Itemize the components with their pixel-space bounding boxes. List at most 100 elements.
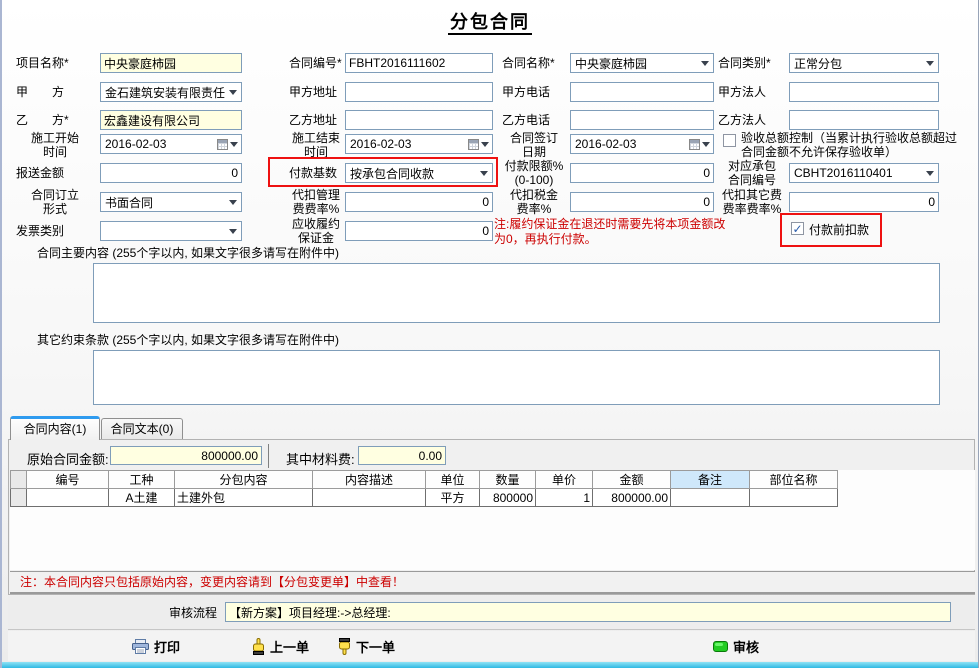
label-party-b-legal: 乙方法人 <box>718 113 766 127</box>
original-amount-label: 原始合同金额: <box>27 449 109 468</box>
contract-items-table: 编号 工种 分包内容 内容描述 单位 数量 单价 金额 备注 部位名称 A土建 … <box>10 470 838 507</box>
party-b-phone-input[interactable] <box>570 110 714 130</box>
party-a-phone-input[interactable] <box>570 82 714 102</box>
col-header[interactable]: 工种 <box>109 471 175 489</box>
party-b-input[interactable] <box>100 110 242 130</box>
party-a-select[interactable]: 金石建筑安装有限责任公司 <box>100 82 242 102</box>
cell-quantity[interactable]: 800000 <box>480 489 536 507</box>
previous-record-button[interactable]: 上一单 <box>252 635 309 657</box>
col-header[interactable]: 部位名称 <box>750 471 838 489</box>
tab-contract-text[interactable]: 合同文本(0) <box>101 418 183 440</box>
cell-content[interactable]: 土建外包 <box>175 489 313 507</box>
label-end-date: 施工结束 时间 <box>285 131 347 159</box>
sign-date-picker[interactable]: 2016-02-03 <box>570 134 714 154</box>
chevron-down-icon[interactable] <box>922 164 938 182</box>
col-header[interactable]: 分包内容 <box>175 471 313 489</box>
chevron-down-icon[interactable] <box>476 164 492 182</box>
tax-rate-input[interactable] <box>570 192 714 212</box>
tab-contract-content[interactable]: 合同内容(1) <box>10 416 100 440</box>
main-content-textarea[interactable] <box>93 263 940 323</box>
cell-unit[interactable]: 平方 <box>426 489 480 507</box>
other-fee-rate-input[interactable] <box>789 192 939 212</box>
label-payment-base: 付款基数 <box>289 166 337 180</box>
party-b-address-input[interactable] <box>345 110 493 130</box>
subcontract-contract-window: 分包合同 项目名称* 合同编号* 合同名称* 中央豪庭柿园 合同类别* 正常分包… <box>0 0 979 668</box>
review-flow-input[interactable] <box>225 602 951 622</box>
row-selector-cell[interactable] <box>11 489 27 507</box>
other-terms-textarea[interactable] <box>93 350 940 405</box>
report-amount-input[interactable] <box>100 163 242 183</box>
chevron-down-icon[interactable] <box>702 142 710 147</box>
start-date-picker[interactable]: 2016-02-03 <box>100 134 242 154</box>
chevron-down-icon[interactable] <box>697 54 713 72</box>
contract-no-input[interactable] <box>345 53 493 73</box>
contract-type-select[interactable]: 正常分包 <box>789 53 939 73</box>
cell-number[interactable] <box>27 489 109 507</box>
chevron-down-icon[interactable] <box>225 222 241 240</box>
label-party-a: 甲 方 <box>16 85 64 99</box>
col-header[interactable]: 金额 <box>593 471 671 489</box>
col-header[interactable]: 数量 <box>480 471 536 489</box>
label-report-amount: 报送金额 <box>16 166 64 180</box>
contract-name-select[interactable]: 中央豪庭柿园 <box>570 53 714 73</box>
label-payment-limit: 付款限额% (0-100) <box>498 159 570 187</box>
next-record-button[interactable]: 下一单 <box>338 635 395 657</box>
audit-button[interactable]: 审核 <box>713 635 759 657</box>
label-party-a-phone: 甲方电话 <box>502 85 550 99</box>
chevron-down-icon[interactable] <box>225 83 241 101</box>
cell-location[interactable] <box>750 489 838 507</box>
party-b-legal-input[interactable] <box>789 110 939 130</box>
printer-icon <box>132 639 149 654</box>
deposit-input[interactable] <box>345 221 493 241</box>
col-header-remark[interactable]: 备注 <box>671 471 750 489</box>
chevron-down-icon[interactable] <box>481 142 489 147</box>
col-header[interactable]: 单位 <box>426 471 480 489</box>
label-contract-no: 合同编号* <box>289 56 342 70</box>
hand-down-icon <box>338 638 351 655</box>
project-name-input[interactable] <box>100 53 242 73</box>
chevron-down-icon[interactable] <box>230 142 238 147</box>
party-a-address-input[interactable] <box>345 82 493 102</box>
chevron-down-icon[interactable] <box>922 54 938 72</box>
material-fee-input[interactable] <box>358 446 446 465</box>
vertical-divider <box>268 444 269 468</box>
label-sign-date: 合同签订 日期 <box>500 131 568 159</box>
cell-worktype[interactable]: A土建 <box>109 489 175 507</box>
chevron-down-icon[interactable] <box>225 193 241 211</box>
party-a-legal-input[interactable] <box>789 82 939 102</box>
col-header[interactable]: 内容描述 <box>313 471 426 489</box>
previous-record-label: 上一单 <box>270 637 309 656</box>
cell-description[interactable] <box>313 489 426 507</box>
print-button[interactable]: 打印 <box>132 635 180 657</box>
label-invoice-type: 发票类别 <box>16 224 64 238</box>
deduct-before-payment-label: 付款前扣款 <box>809 223 869 237</box>
label-party-a-legal: 甲方法人 <box>718 85 766 99</box>
deduct-before-payment-checkbox[interactable]: ✓ <box>791 222 804 235</box>
review-flow-label: 审核流程 <box>169 606 217 620</box>
accept-total-control-checkbox[interactable]: ✓ <box>723 134 736 147</box>
label-contract-form: 合同订立 形式 <box>12 188 98 216</box>
calendar-icon <box>217 139 228 150</box>
original-amount-input[interactable] <box>110 446 262 465</box>
cell-amount[interactable]: 800000.00 <box>593 489 671 507</box>
col-header[interactable]: 编号 <box>27 471 109 489</box>
mgmt-fee-rate-input[interactable] <box>345 192 493 212</box>
col-header[interactable]: 单价 <box>536 471 593 489</box>
hand-up-icon <box>252 638 265 655</box>
content-note: 注：本合同内容只包括原始内容，变更内容请到【分包变更单】中查看！ <box>20 575 404 590</box>
bottom-accent-bar <box>2 662 978 668</box>
audit-icon <box>713 641 728 652</box>
cell-remark[interactable] <box>671 489 750 507</box>
contract-form-select[interactable]: 书面合同 <box>100 192 242 212</box>
main-content-label: 合同主要内容 (255个字以内, 如果文字很多请写在附件中) <box>37 246 339 260</box>
invoice-type-select[interactable] <box>100 221 242 241</box>
payment-base-select[interactable]: 按承包合同收款 <box>345 163 493 183</box>
table-row[interactable]: A土建 土建外包 平方 800000 1 800000.00 <box>11 489 838 507</box>
calendar-icon <box>468 139 479 150</box>
label-start-date: 施工开始 时间 <box>12 131 98 159</box>
related-contract-select[interactable]: CBHT2016110401 <box>789 163 939 183</box>
payment-limit-input[interactable] <box>570 163 714 183</box>
deposit-note: 注:履约保证金在退还时需要先将本项金额改为0，再执行付款。 <box>494 217 734 247</box>
cell-unit-price[interactable]: 1 <box>536 489 593 507</box>
end-date-picker[interactable]: 2016-02-03 <box>345 134 493 154</box>
